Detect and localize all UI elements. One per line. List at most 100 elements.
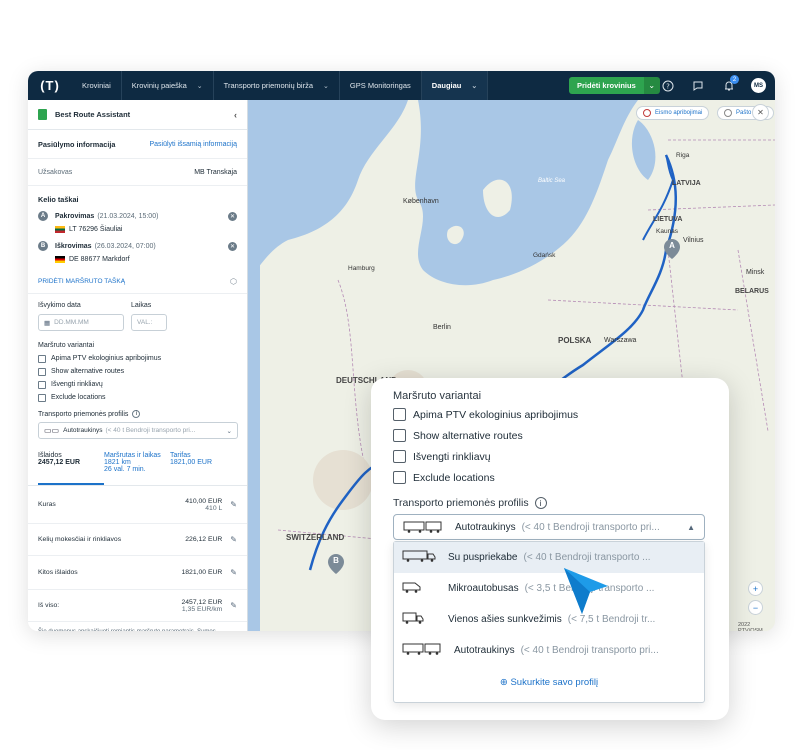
- create-profile-link[interactable]: ⊕ Sukurkite savo profilį: [394, 677, 704, 688]
- nav-item-gps[interactable]: GPS Monitoringas: [340, 71, 422, 100]
- option-exclude-locations[interactable]: Exclude locations: [28, 391, 247, 404]
- departure-date-input[interactable]: ▦ DD.MM.MM: [38, 314, 124, 331]
- nav-item-transporto-birza[interactable]: Transporto priemonių birža ⌄: [214, 71, 340, 100]
- vehicle-profile-label: Transporto priemonės profilis: [38, 410, 129, 418]
- zoom-in-button[interactable]: +: [748, 581, 763, 596]
- dropdown-item-autotraukinys[interactable]: Autotraukinys (< 40 t Bendroji transport…: [394, 635, 704, 666]
- customer-value: MB Transkaja: [194, 168, 237, 176]
- nav-item-daugiau[interactable]: Daugiau ⌄: [421, 71, 489, 100]
- chat-icon[interactable]: [691, 79, 704, 92]
- chevron-down-icon: ⌄: [471, 82, 478, 90]
- popup-vehicle-profile-select[interactable]: Autotraukinys (< 40 t Bendroji transport…: [393, 514, 705, 540]
- map-marker-b[interactable]: B: [328, 554, 344, 574]
- tab-costs[interactable]: Išlaidos 2457,12 EUR: [38, 452, 104, 485]
- nav-item-kroviniu-paieska[interactable]: Krovinių paieška ⌄: [122, 71, 214, 100]
- map-label-baltic-sea: Baltic Sea: [538, 178, 566, 184]
- sidebar-header: Best Route Assistant ‹: [28, 100, 247, 130]
- waypoint-a[interactable]: A Pakrovimas (21.03.2024, 15:00) ✕ LT 76…: [28, 210, 247, 236]
- departure-date-label: Išvykimo data: [38, 302, 81, 309]
- road-train-icon: [402, 643, 442, 658]
- map-label-kaunas: Kaunas: [656, 228, 679, 235]
- pencil-icon[interactable]: ✎: [230, 535, 237, 544]
- checkbox[interactable]: [38, 354, 46, 363]
- waypoint-b[interactable]: B Iškrovimas (26.03.2024, 07:00) ✕ DE 88…: [28, 240, 247, 266]
- dropdown-item-su-puspriekabe[interactable]: Su puspriekabe (< 40 t Bendroji transpor…: [394, 542, 704, 573]
- close-icon[interactable]: ✕: [752, 104, 769, 121]
- option-eco[interactable]: Apima PTV ekologinius apribojimus: [28, 352, 247, 365]
- notification-badge: 2: [730, 75, 739, 84]
- remove-waypoint-icon[interactable]: ✕: [228, 211, 237, 221]
- chevron-up-icon: ▲: [687, 522, 695, 532]
- nav-item-kroviniai[interactable]: Kroviniai: [72, 71, 122, 100]
- checkbox[interactable]: [393, 429, 406, 442]
- popup-option-avoid-tolls[interactable]: Išvengti rinkliavų: [393, 450, 491, 463]
- popup-option-exclude[interactable]: Exclude locations: [393, 471, 495, 484]
- help-icon[interactable]: ?: [661, 79, 674, 92]
- add-cargo-label: Pridėti krovinius: [569, 77, 644, 94]
- checkbox[interactable]: [38, 393, 46, 402]
- dropdown-item-mikroautobusas[interactable]: Mikroautobusas (< 3,5 t Bendroji transpo…: [394, 573, 704, 604]
- map-label-kobenhavn: København: [403, 198, 439, 205]
- checkbox[interactable]: [38, 380, 46, 389]
- map-label-minsk: Minsk: [746, 269, 765, 276]
- popup-option-eco[interactable]: Apima PTV ekologinius apribojimus: [393, 408, 578, 421]
- tag-icon: [724, 109, 732, 117]
- info-icon[interactable]: i: [534, 497, 547, 509]
- vehicle-profile-select[interactable]: ▭▭ Autotraukinys (< 40 t Bendroji transp…: [38, 422, 238, 439]
- checkbox[interactable]: [393, 408, 406, 421]
- map-label-lietuva: LIETUVA: [653, 216, 683, 223]
- map-label-vilnius: Vilnius: [683, 237, 704, 244]
- map-label-gdansk: Gdańsk: [533, 252, 556, 259]
- semi-trailer-icon: [402, 550, 436, 565]
- map-label-belarus: BELARUS: [735, 288, 769, 295]
- top-navigation: (T) Kroviniai Krovinių paieška ⌄ Transpor…: [28, 71, 775, 100]
- cost-row-fuel: Kuras 410,00 EUR 410 L ✎: [28, 486, 247, 524]
- van-icon: [402, 581, 436, 596]
- map-label-polska: POLSKA: [558, 336, 592, 345]
- tab-route-time[interactable]: Maršrutas ir laikas 1821 km 26 val. 7 mi…: [104, 452, 170, 485]
- waypoints-title: Kelio taškai: [38, 194, 79, 204]
- chevron-down-icon: ⌄: [323, 82, 329, 90]
- popup-option-alt-routes[interactable]: Show alternative routes: [393, 429, 523, 442]
- add-cargo-button[interactable]: Pridėti krovinius ⌄: [569, 77, 660, 94]
- checkbox[interactable]: [393, 450, 406, 463]
- marker-b-icon: B: [38, 241, 48, 251]
- checkbox[interactable]: [393, 471, 406, 484]
- traffic-restrictions-button[interactable]: Eismo apribojimai: [636, 106, 710, 120]
- add-waypoint-link[interactable]: PRIDĖTI MARŠRUTO TAŠKĄ: [38, 278, 125, 285]
- de-flag-icon: [55, 255, 65, 263]
- plus-circle-icon: ⊕: [499, 677, 508, 688]
- marker-a-icon: A: [38, 211, 48, 221]
- vehicle-profile-dropdown: Su puspriekabe (< 40 t Bendroji transpor…: [393, 541, 705, 703]
- map-marker-a[interactable]: A: [664, 239, 680, 259]
- tab-tariff[interactable]: Tarifas 1821,00 EUR: [170, 452, 230, 485]
- time-input[interactable]: VAL.:: [131, 314, 167, 331]
- pencil-icon[interactable]: ✎: [230, 601, 237, 610]
- cost-row-other: Kitos išlaidos 1821,00 EUR ✎: [28, 556, 247, 590]
- chevron-down-icon: ⌄: [196, 82, 203, 90]
- option-alt-routes[interactable]: Show alternative routes: [28, 365, 247, 378]
- checkbox[interactable]: [38, 367, 46, 376]
- road-train-icon: [403, 521, 443, 533]
- single-axle-truck-icon: [402, 612, 436, 627]
- map-label-latvija: LATVIJA: [672, 180, 701, 187]
- option-avoid-tolls[interactable]: Išvengti rinkliavų: [28, 378, 247, 391]
- chevron-left-icon[interactable]: ‹: [234, 110, 237, 120]
- chevron-down-icon[interactable]: ⌄: [643, 77, 660, 94]
- road-train-icon: ▭▭: [44, 426, 60, 435]
- popup-vehicle-profile-label: Transporto priemonės profilis i: [393, 497, 547, 509]
- map-label-berlin: Berlin: [433, 324, 451, 331]
- route-variants-title: Maršruto variantai: [393, 390, 482, 402]
- chevron-down-icon: ⌄: [226, 427, 232, 435]
- info-icon[interactable]: i: [132, 410, 141, 418]
- sidebar-title: Best Route Assistant: [55, 110, 131, 119]
- cube-icon[interactable]: ⬡: [230, 277, 237, 286]
- dropdown-item-vienos-asies[interactable]: Vienos ašies sunkvežimis (< 7,5 t Bendro…: [394, 604, 704, 635]
- offer-info-link[interactable]: Pasiūlyti išsamią informaciją: [149, 141, 237, 148]
- remove-waypoint-icon[interactable]: ✕: [228, 241, 237, 251]
- time-label: Laikas: [131, 302, 152, 309]
- pencil-icon[interactable]: ✎: [230, 500, 237, 509]
- pencil-icon[interactable]: ✎: [230, 568, 237, 577]
- zoom-out-button[interactable]: −: [748, 600, 763, 615]
- avatar[interactable]: MS: [751, 78, 766, 93]
